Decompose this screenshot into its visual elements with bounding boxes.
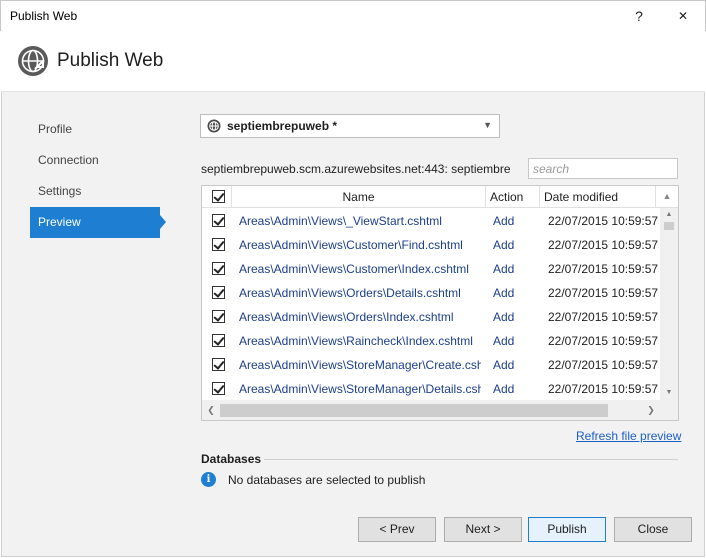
- column-header-date[interactable]: Date modified: [540, 186, 656, 208]
- file-name: Areas\Admin\Views\Orders\Details.cshtml: [239, 286, 461, 300]
- nav-item-connection[interactable]: Connection: [30, 145, 170, 176]
- file-action: Add: [493, 286, 515, 300]
- row-checkbox[interactable]: [212, 262, 225, 275]
- column-header-name[interactable]: Name: [232, 186, 486, 208]
- file-date: 22/07/2015 10:59:57: [548, 286, 658, 300]
- profile-dropdown[interactable]: septiembrepuweb * ▼: [200, 114, 500, 138]
- help-button[interactable]: ?: [629, 4, 649, 28]
- vertical-scrollbar[interactable]: ▲ ▼: [660, 208, 678, 400]
- file-action: Add: [493, 262, 515, 276]
- table-row[interactable]: Areas\Admin\Views\_ViewStart.cshtml Add …: [202, 209, 658, 233]
- nav-item-profile[interactable]: Profile: [30, 114, 170, 145]
- table-row[interactable]: Areas\Admin\Views\StoreManager\Create.cs…: [202, 353, 658, 377]
- wizard-nav: Profile Connection Settings Preview: [30, 114, 170, 238]
- window-title: Publish Web: [10, 9, 78, 23]
- row-checkbox[interactable]: [212, 310, 225, 323]
- globe-publish-icon: [18, 46, 48, 76]
- file-name: Areas\Admin\Views\Raincheck\Index.cshtml: [239, 334, 473, 348]
- table-row[interactable]: Areas\Admin\Views\Customer\Index.cshtml …: [202, 257, 658, 281]
- publish-button[interactable]: Publish: [528, 517, 606, 542]
- row-checkbox[interactable]: [212, 214, 225, 227]
- file-date: 22/07/2015 10:59:57: [548, 382, 658, 396]
- file-action: Add: [493, 334, 515, 348]
- file-name: Areas\Admin\Views\Customer\Index.cshtml: [239, 262, 469, 276]
- active-arrow-icon: [160, 215, 166, 229]
- nav-item-label: Preview: [38, 215, 81, 229]
- scroll-up-icon[interactable]: ▲: [660, 208, 678, 222]
- nav-item-label: Connection: [38, 153, 99, 167]
- file-name: Areas\Admin\Views\StoreManager\Create.cs…: [239, 358, 481, 372]
- nav-item-label: Settings: [38, 184, 82, 198]
- title-bar: Publish Web ? ✕: [0, 0, 706, 31]
- nav-item-settings[interactable]: Settings: [30, 176, 170, 207]
- dialog-body: Profile Connection Settings Preview sept…: [1, 92, 705, 557]
- vertical-scroll-thumb[interactable]: [664, 222, 674, 230]
- file-date: 22/07/2015 10:59:57: [548, 334, 658, 348]
- file-action: Add: [493, 382, 515, 396]
- file-name: Areas\Admin\Views\Orders\Index.cshtml: [239, 310, 454, 324]
- table-row[interactable]: Areas\Admin\Views\Orders\Index.cshtml Ad…: [202, 305, 658, 329]
- file-date: 22/07/2015 10:59:57: [548, 214, 658, 228]
- profile-selected-value: septiembrepuweb *: [227, 119, 338, 133]
- refresh-preview-link[interactable]: Refresh file preview: [576, 429, 681, 443]
- dialog-header: Publish Web: [1, 31, 705, 92]
- prev-button[interactable]: < Prev: [358, 517, 436, 542]
- grid-rows: Areas\Admin\Views\_ViewStart.cshtml Add …: [202, 209, 658, 401]
- scroll-down-icon[interactable]: ▼: [660, 386, 678, 400]
- nav-item-label: Profile: [38, 122, 73, 136]
- file-action: Add: [493, 358, 515, 372]
- dialog-heading: Publish Web: [57, 50, 164, 71]
- file-date: 22/07/2015 10:59:57: [548, 238, 658, 252]
- row-checkbox[interactable]: [212, 334, 225, 347]
- grid-header: Name Action Date modified ▲: [202, 186, 678, 208]
- horizontal-scroll-thumb[interactable]: [220, 404, 608, 417]
- file-action: Add: [493, 238, 515, 252]
- table-row[interactable]: Areas\Admin\Views\Customer\Find.cshtml A…: [202, 233, 658, 257]
- scroll-right-icon[interactable]: ❯: [642, 400, 660, 420]
- row-checkbox[interactable]: [212, 286, 225, 299]
- file-preview-grid: Name Action Date modified ▲ Areas\Admin\…: [201, 185, 679, 421]
- next-button[interactable]: Next >: [444, 517, 522, 542]
- row-checkbox[interactable]: [212, 238, 225, 251]
- sort-up-icon: ▲: [662, 191, 672, 201]
- row-checkbox[interactable]: [212, 382, 225, 395]
- table-row[interactable]: Areas\Admin\Views\Raincheck\Index.cshtml…: [202, 329, 658, 353]
- close-button[interactable]: Close: [614, 517, 692, 542]
- file-name: Areas\Admin\Views\_ViewStart.cshtml: [239, 214, 442, 228]
- file-action: Add: [493, 310, 515, 324]
- search-input[interactable]: [528, 158, 678, 179]
- databases-heading: Databases: [201, 452, 262, 466]
- select-all-cell: [202, 186, 232, 208]
- row-checkbox[interactable]: [212, 358, 225, 371]
- site-url-label: septiembrepuweb.scm.azurewebsites.net:44…: [201, 162, 511, 176]
- info-icon: i: [201, 472, 216, 487]
- scroll-left-icon[interactable]: ❮: [202, 400, 220, 420]
- chevron-down-icon: ▼: [483, 120, 492, 130]
- table-row[interactable]: Areas\Admin\Views\Orders\Details.cshtml …: [202, 281, 658, 305]
- databases-message: No databases are selected to publish: [228, 473, 426, 487]
- file-date: 22/07/2015 10:59:57: [548, 262, 658, 276]
- nav-item-preview[interactable]: Preview: [30, 207, 166, 238]
- file-date: 22/07/2015 10:59:57: [548, 358, 658, 372]
- column-header-action[interactable]: Action: [486, 186, 540, 208]
- select-all-checkbox[interactable]: [212, 190, 225, 203]
- file-date: 22/07/2015 10:59:57: [548, 310, 658, 324]
- file-name: Areas\Admin\Views\StoreManager\Details.c…: [239, 382, 481, 396]
- table-row[interactable]: Areas\Admin\Views\StoreManager\Details.c…: [202, 377, 658, 401]
- scrollbar-corner: [660, 400, 678, 420]
- databases-divider: [264, 459, 678, 460]
- file-action: Add: [493, 214, 515, 228]
- window-close-button[interactable]: ✕: [669, 4, 697, 28]
- file-name: Areas\Admin\Views\Customer\Find.cshtml: [239, 238, 463, 252]
- globe-icon: [207, 119, 221, 133]
- horizontal-scrollbar[interactable]: ❮ ❯: [202, 400, 660, 420]
